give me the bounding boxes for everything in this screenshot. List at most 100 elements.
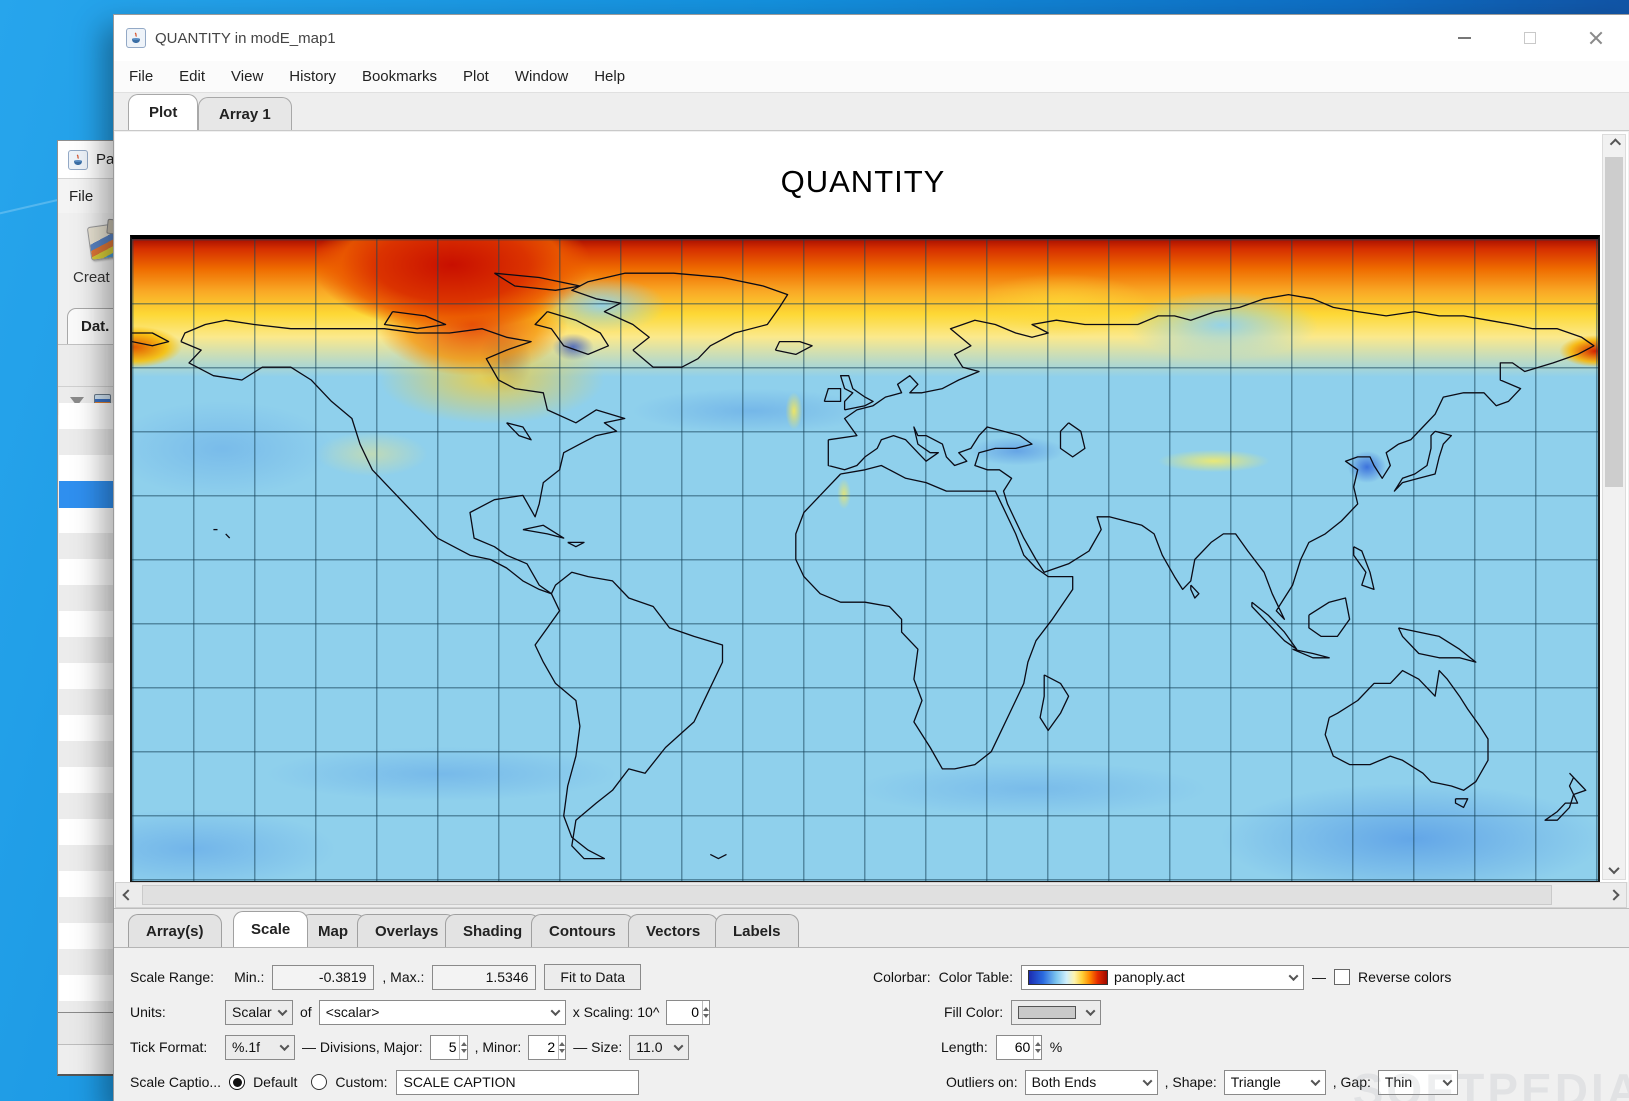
minor-label: , Minor:	[475, 1039, 522, 1055]
minor-divisions-spinner[interactable]	[528, 1035, 566, 1060]
menu-window[interactable]: Window	[515, 68, 568, 85]
of-label: of	[300, 1004, 312, 1020]
vertical-scrollbar[interactable]	[1602, 134, 1626, 880]
chevron-down-icon	[1289, 971, 1299, 981]
colorbar-label: Colorbar:	[873, 969, 931, 985]
menu-file[interactable]: File	[129, 68, 153, 85]
reverse-colors-checkbox[interactable]	[1334, 969, 1350, 985]
scaling-label: x Scaling: 10^	[573, 1004, 660, 1020]
menu-plot[interactable]: Plot	[463, 68, 489, 85]
fit-to-data-button[interactable]: Fit to Data	[544, 964, 641, 990]
caption-default-label: Default	[253, 1074, 297, 1090]
tab-scale[interactable]: Scale	[233, 911, 308, 947]
spinner-arrows-icon[interactable]	[459, 1036, 466, 1059]
spinner-arrows-icon[interactable]	[702, 1001, 709, 1024]
tab-plot[interactable]: Plot	[128, 94, 198, 130]
window-controls	[1431, 15, 1629, 61]
menu-edit[interactable]: Edit	[179, 68, 205, 85]
chevron-down-icon	[550, 1006, 560, 1016]
scroll-down-button[interactable]	[1603, 861, 1625, 879]
scale-settings-panel: Scale Range: Min.: , Max.: Fit to Data U…	[114, 949, 1629, 1101]
maximize-icon	[1524, 32, 1536, 44]
world-map-plot[interactable]	[130, 235, 1600, 882]
menu-history[interactable]: History	[289, 68, 336, 85]
menu-view[interactable]: View	[231, 68, 263, 85]
color-table-dropdown[interactable]: panoply.act	[1021, 965, 1304, 990]
chevron-down-icon	[1142, 1076, 1152, 1086]
close-icon	[1589, 31, 1603, 45]
left-menu-file[interactable]: File	[69, 188, 93, 205]
desktop: Pa File Creat Dat. QUANT	[0, 0, 1629, 1101]
fill-color-label: Fill Color:	[944, 1004, 1003, 1020]
spinner-arrows-icon[interactable]	[558, 1036, 565, 1059]
tab-arrays[interactable]: Array(s)	[128, 914, 222, 947]
chevron-left-icon	[122, 889, 133, 900]
caption-custom-radio[interactable]	[311, 1074, 327, 1090]
scaling-exponent-spinner[interactable]	[666, 1000, 710, 1025]
tab-shading[interactable]: Shading	[445, 914, 540, 947]
vertical-scroll-thumb[interactable]	[1605, 157, 1623, 487]
chevron-up-icon	[1610, 138, 1621, 149]
tick-size-dropdown[interactable]: 11.0	[629, 1035, 689, 1060]
menu-help[interactable]: Help	[594, 68, 625, 85]
scroll-left-button[interactable]	[116, 883, 140, 907]
tab-overlays[interactable]: Overlays	[357, 914, 456, 947]
minimize-icon	[1458, 37, 1471, 39]
create-button-label[interactable]: Creat	[73, 269, 110, 286]
caption-default-radio[interactable]	[229, 1074, 245, 1090]
chevron-down-icon	[1086, 1006, 1096, 1016]
tick-format-dropdown[interactable]: %.1f	[225, 1035, 295, 1060]
fill-color-dropdown[interactable]	[1011, 1000, 1101, 1025]
minimize-button[interactable]	[1431, 15, 1497, 61]
tick-format-label: Tick Format:	[130, 1039, 218, 1055]
plot-title: QUANTITY	[130, 164, 1596, 200]
horizontal-scroll-thumb[interactable]	[142, 885, 1552, 905]
scale-range-label: Scale Range:	[130, 969, 214, 985]
horizontal-scrollbar[interactable]	[115, 882, 1627, 908]
tab-labels[interactable]: Labels	[715, 914, 799, 947]
chevron-down-icon	[278, 1006, 288, 1016]
spinner-arrows-icon[interactable]	[1033, 1036, 1040, 1059]
java-app-icon	[68, 150, 88, 170]
menu-bookmarks[interactable]: Bookmarks	[362, 68, 437, 85]
settings-tabstrip: Array(s) Scale Map Overlays Shading Cont…	[114, 908, 1629, 948]
chevron-right-icon	[1608, 889, 1619, 900]
tab-contours[interactable]: Contours	[531, 914, 634, 947]
scroll-up-button[interactable]	[1603, 135, 1625, 153]
maximize-button[interactable]	[1497, 15, 1563, 61]
scroll-right-button[interactable]	[1602, 883, 1626, 907]
size-label: — Size:	[573, 1039, 622, 1055]
scale-max-input[interactable]	[432, 965, 536, 990]
scale-min-input[interactable]	[272, 965, 374, 990]
scale-caption-label: Scale Captio...	[130, 1074, 221, 1090]
chevron-down-icon	[1608, 863, 1619, 874]
tab-array-1[interactable]: Array 1	[198, 97, 292, 130]
chevron-down-icon	[280, 1041, 290, 1051]
menubar: File Edit View History Bookmarks Plot Wi…	[114, 61, 1629, 93]
fill-color-swatch	[1018, 1006, 1076, 1019]
units-value-dropdown[interactable]: <scalar>	[319, 1000, 566, 1025]
length-label: Length:	[941, 1039, 988, 1055]
caption-text-input[interactable]	[396, 1070, 639, 1095]
document-tabstrip: Plot Array 1	[114, 93, 1629, 131]
titlebar[interactable]: QUANTITY in modE_map1	[114, 15, 1629, 61]
coastlines-svg	[132, 239, 1598, 880]
major-divisions-spinner[interactable]	[430, 1035, 468, 1060]
softpedia-watermark: SOFTPEDIA	[1353, 1063, 1629, 1101]
tab-vectors[interactable]: Vectors	[628, 914, 718, 947]
java-app-icon	[126, 28, 146, 48]
units-type-dropdown[interactable]: Scalar	[225, 1000, 293, 1025]
units-label: Units:	[130, 1004, 218, 1020]
length-spinner[interactable]	[996, 1035, 1042, 1060]
reverse-colors-label: Reverse colors	[1358, 969, 1451, 985]
plot-window: QUANTITY in modE_map1 File Edit View His…	[113, 14, 1629, 1101]
plot-canvas-area[interactable]: QUANTITY	[115, 132, 1628, 882]
close-button[interactable]	[1563, 15, 1629, 61]
window-title: QUANTITY in modE_map1	[155, 30, 336, 47]
shape-dropdown[interactable]: Triangle	[1224, 1070, 1326, 1095]
shape-label: , Shape:	[1165, 1074, 1217, 1090]
dash-separator: —	[1312, 969, 1326, 985]
color-table-label: Color Table:	[939, 969, 1013, 985]
outliers-dropdown[interactable]: Both Ends	[1025, 1070, 1158, 1095]
chevron-down-icon	[1310, 1076, 1320, 1086]
